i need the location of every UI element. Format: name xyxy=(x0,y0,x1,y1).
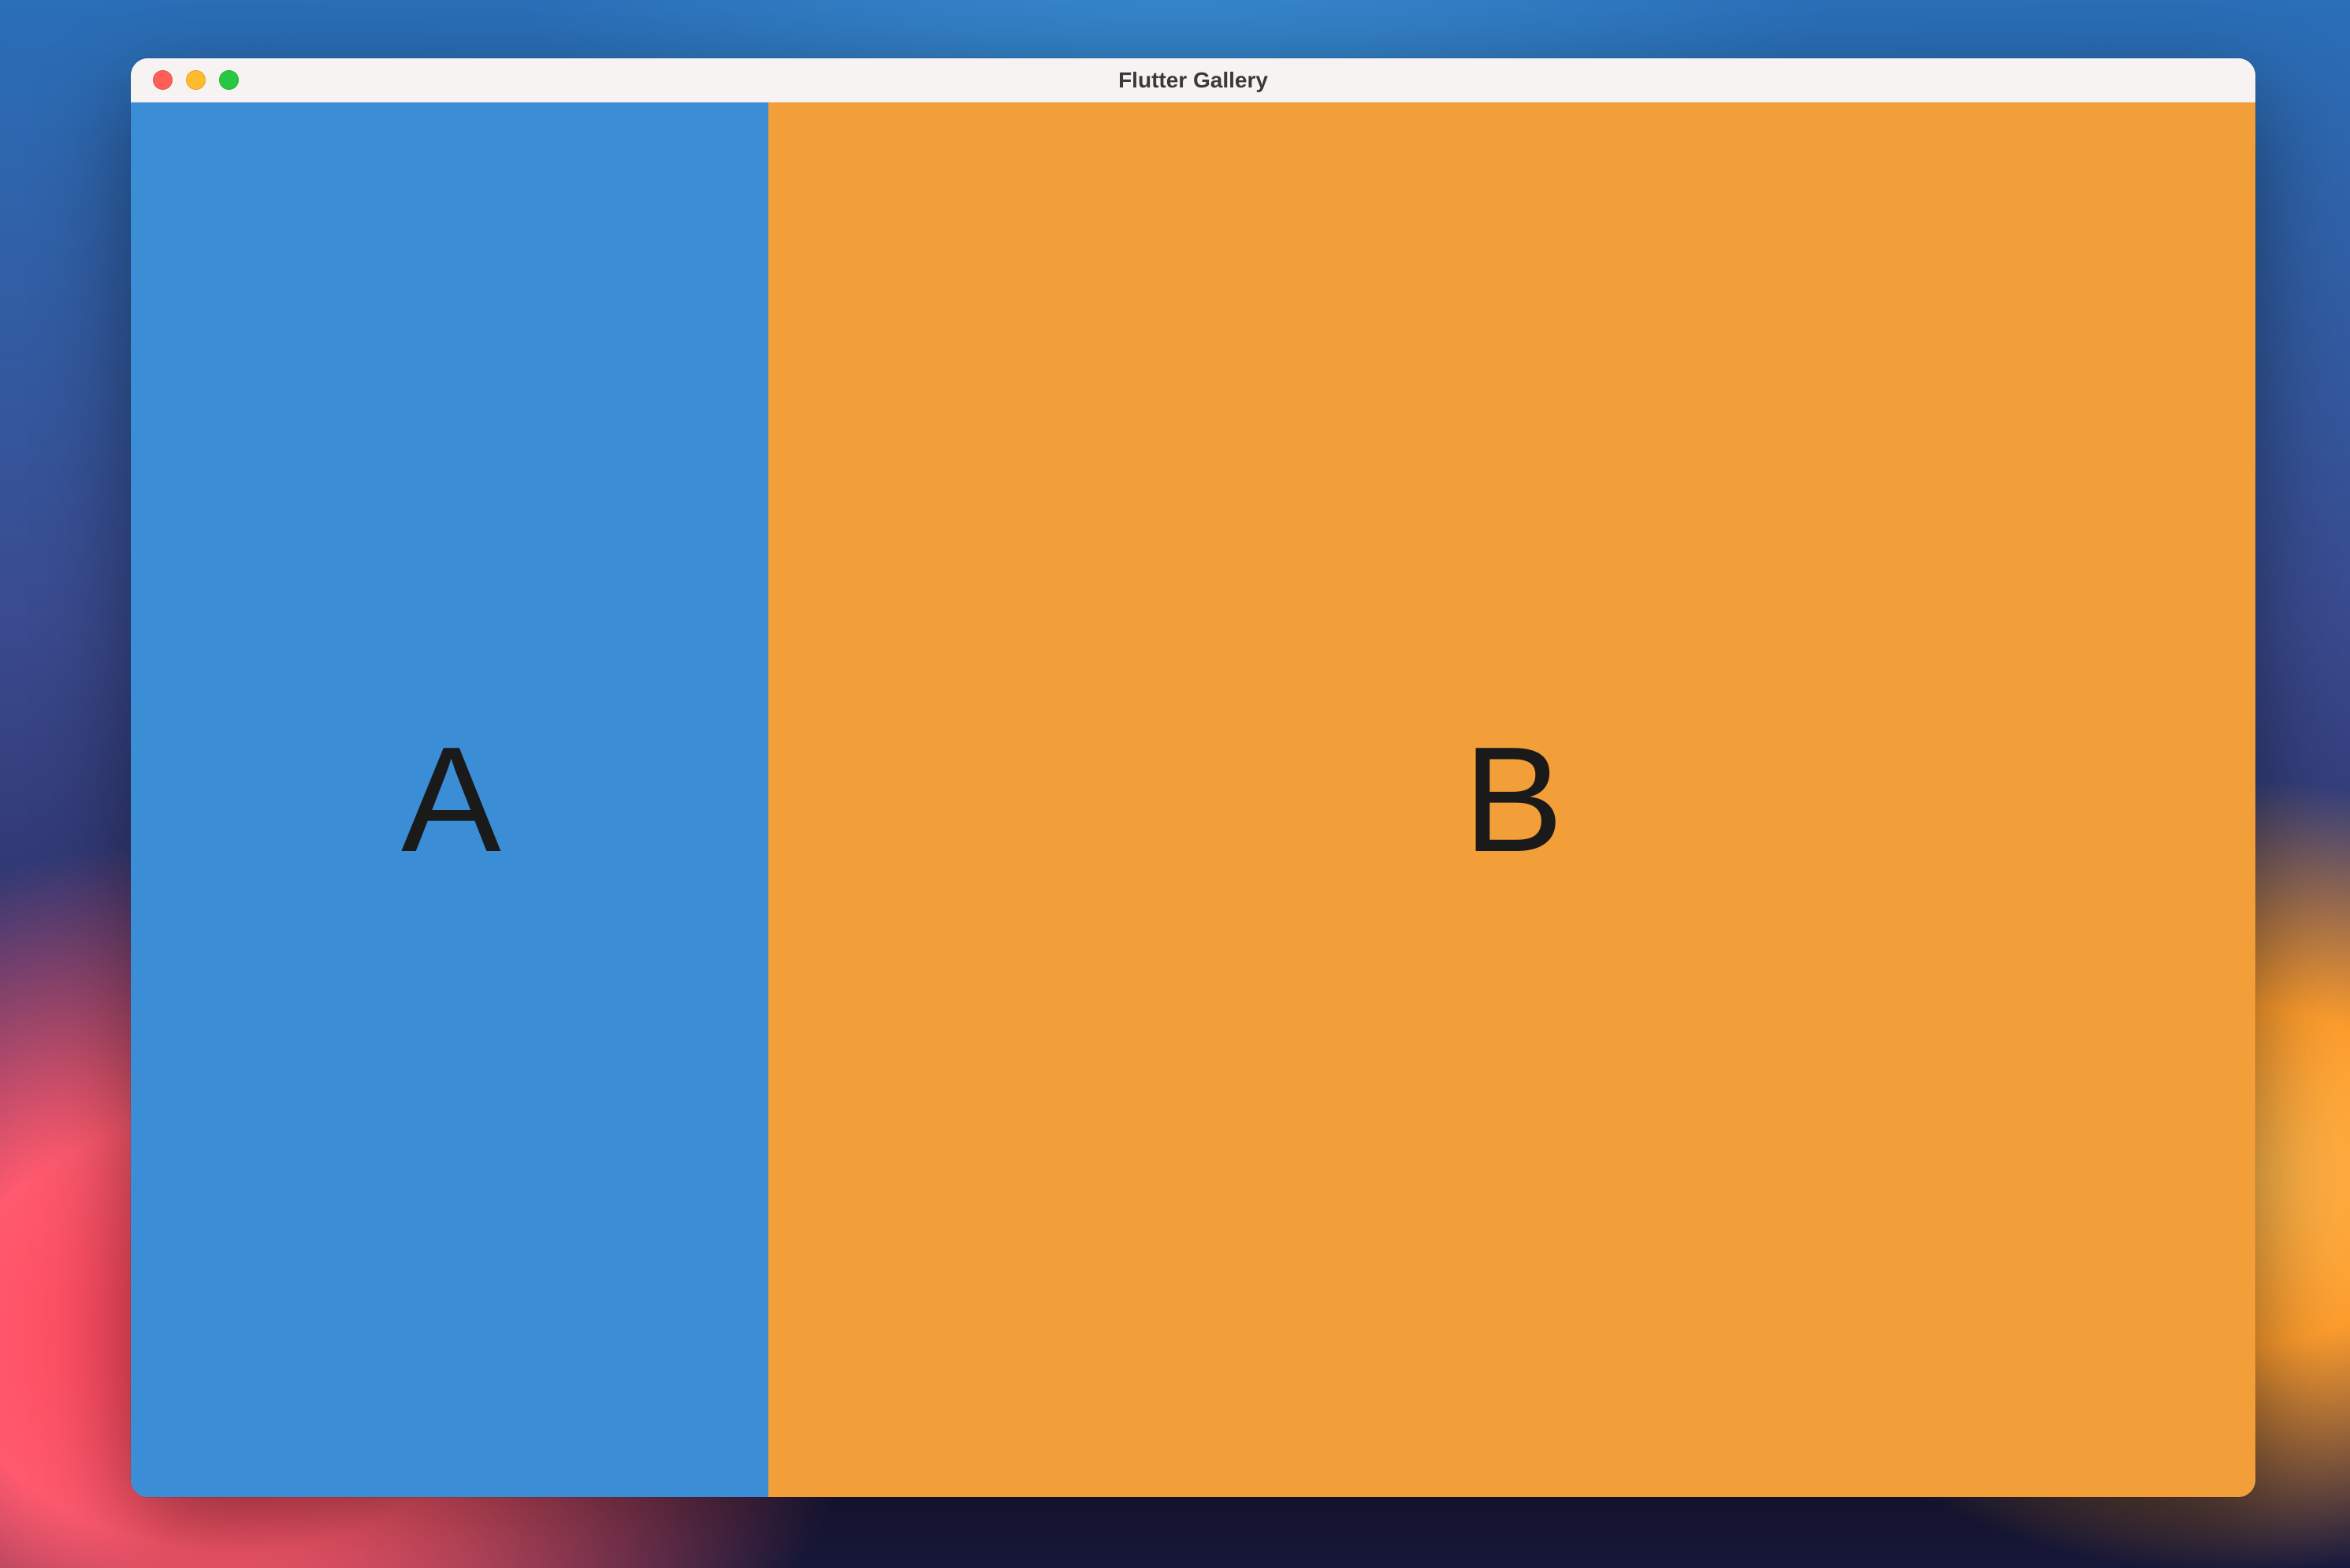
pane-a-label: A xyxy=(401,714,498,886)
window-titlebar[interactable]: Flutter Gallery xyxy=(131,58,2255,102)
app-window: Flutter Gallery A B xyxy=(131,58,2255,1497)
window-controls xyxy=(131,70,239,90)
minimize-icon[interactable] xyxy=(186,70,206,90)
window-title: Flutter Gallery xyxy=(131,68,2255,93)
pane-a: A xyxy=(131,102,768,1497)
pane-b: B xyxy=(768,102,2255,1497)
pane-b-label: B xyxy=(1463,714,1560,886)
close-icon[interactable] xyxy=(153,70,173,90)
zoom-icon[interactable] xyxy=(219,70,239,90)
app-content: A B xyxy=(131,102,2255,1497)
